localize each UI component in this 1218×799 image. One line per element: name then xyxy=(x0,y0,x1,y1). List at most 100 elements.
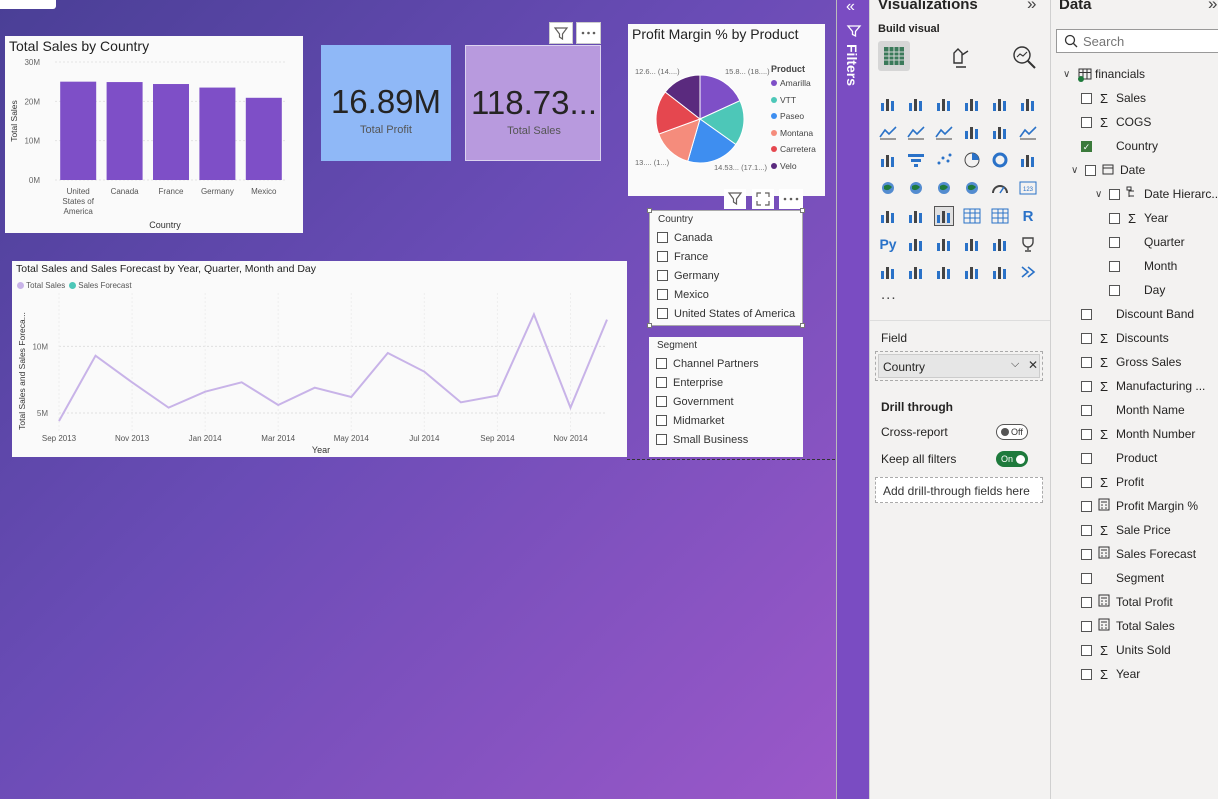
checkbox[interactable] xyxy=(657,251,668,262)
resize-handle[interactable] xyxy=(647,208,652,213)
checkbox[interactable] xyxy=(1081,380,1092,392)
bar[interactable] xyxy=(245,97,282,180)
slicer-item[interactable]: Government xyxy=(656,392,759,411)
field-item[interactable]: Σ Year xyxy=(1081,662,1140,686)
card-icon[interactable]: 123 xyxy=(1018,178,1038,198)
checkbox[interactable] xyxy=(656,434,667,445)
country-slicer[interactable]: Country Canada France Germany Mexico United … xyxy=(647,208,805,328)
expand-filters-icon[interactable]: « xyxy=(846,0,855,16)
decomposition-tree-icon[interactable] xyxy=(934,234,954,254)
line-chart-visual[interactable]: Total Sales and Sales Forecast by Year, … xyxy=(12,261,627,457)
field-item[interactable]: Profit Margin % xyxy=(1081,494,1198,518)
table-icon[interactable] xyxy=(962,206,982,226)
waterfall-icon[interactable] xyxy=(878,150,898,170)
checkbox[interactable] xyxy=(657,289,668,300)
pie-legend-item[interactable]: Velo xyxy=(771,161,816,178)
arrow-visual-icon[interactable] xyxy=(1018,262,1038,282)
field-item[interactable]: Σ COGS xyxy=(1081,110,1151,134)
line-stacked-column-icon[interactable] xyxy=(990,122,1010,142)
format-visual-icon[interactable] xyxy=(946,43,974,76)
field-item[interactable]: Month Name xyxy=(1081,398,1185,422)
field-item[interactable]: Total Profit xyxy=(1081,590,1173,614)
scatter-icon[interactable] xyxy=(934,150,954,170)
field-well[interactable]: Country ⌵ ✕ xyxy=(875,351,1043,381)
field-item[interactable]: Month xyxy=(1109,254,1177,278)
field-item[interactable]: Σ Profit xyxy=(1081,470,1144,494)
slicer-item[interactable]: United States of America xyxy=(657,304,795,323)
ribbon-icon[interactable] xyxy=(1018,122,1038,142)
field-item[interactable]: ∨ Date xyxy=(1071,158,1145,182)
bar-chart-visual[interactable]: Total Sales by Country 30M 20M 10M 0M United… xyxy=(5,36,303,233)
kpi-card-total-sales[interactable]: 118.73... Total Sales xyxy=(465,45,601,161)
field-item[interactable]: ✓ Country xyxy=(1081,134,1158,158)
checkbox[interactable] xyxy=(1081,92,1092,104)
field-item[interactable]: Discount Band xyxy=(1081,302,1194,326)
field-item[interactable]: Σ Discounts xyxy=(1081,326,1169,350)
slicer-item[interactable]: Enterprise xyxy=(656,373,759,392)
pie-legend-item[interactable]: Amarilla xyxy=(771,78,816,95)
more-options-icon[interactable] xyxy=(576,22,601,44)
smart-narrative-icon[interactable] xyxy=(990,234,1010,254)
bar[interactable] xyxy=(153,84,189,180)
checkbox-checked[interactable]: ✓ xyxy=(1081,140,1092,152)
resize-handle[interactable] xyxy=(800,208,805,213)
more-visuals-icon[interactable]: ... xyxy=(881,286,897,303)
line-clustered-column-icon[interactable] xyxy=(962,122,982,142)
checkbox[interactable] xyxy=(657,308,668,319)
collapse-viz-icon[interactable]: » xyxy=(1027,0,1036,14)
checkbox[interactable] xyxy=(1109,260,1120,272)
search-field[interactable] xyxy=(1056,29,1218,53)
checkbox[interactable] xyxy=(1081,116,1092,128)
chevron-down-icon[interactable]: ⌵ xyxy=(1011,358,1019,371)
checkbox[interactable] xyxy=(1081,500,1092,512)
field-item[interactable]: Sales Forecast xyxy=(1081,542,1196,566)
funnel-icon[interactable] xyxy=(906,150,926,170)
kpi-card-total-profit[interactable]: 16.89M Total Profit xyxy=(321,45,451,161)
power-apps-icon[interactable] xyxy=(906,262,926,282)
clustered-bar-icon[interactable] xyxy=(934,94,954,114)
field-item[interactable]: Day xyxy=(1109,278,1165,302)
checkbox[interactable] xyxy=(1081,476,1092,488)
checkbox[interactable] xyxy=(1081,668,1092,680)
filter-icon[interactable] xyxy=(549,22,573,44)
bar[interactable] xyxy=(60,81,97,180)
pie-legend-item[interactable]: VTT xyxy=(771,95,816,112)
slicer-item[interactable]: Midmarket xyxy=(656,411,759,430)
drill-through-well[interactable]: Add drill-through fields here xyxy=(875,477,1043,503)
area-icon[interactable] xyxy=(906,122,926,142)
field-item[interactable]: Σ Manufacturing ... xyxy=(1081,374,1205,398)
filters-pane-collapsed[interactable]: « Filters xyxy=(836,0,869,799)
cross-report-toggle[interactable]: Off xyxy=(996,424,1028,440)
slicer-item[interactable]: Small Business xyxy=(656,430,759,449)
azure-map-icon[interactable] xyxy=(962,178,982,198)
stacked-bar-icon[interactable] xyxy=(878,94,898,114)
stacked-column-icon[interactable] xyxy=(906,94,926,114)
key-influencers-icon[interactable] xyxy=(906,234,926,254)
checkbox[interactable] xyxy=(1109,212,1120,224)
checkbox[interactable] xyxy=(1081,452,1092,464)
field-item[interactable]: Quarter xyxy=(1109,230,1185,254)
checkbox[interactable] xyxy=(657,270,668,281)
checkbox[interactable] xyxy=(1081,332,1092,344)
stacked-area-icon[interactable] xyxy=(934,122,954,142)
focus-mode-icon[interactable] xyxy=(752,189,774,209)
collapse-chevron-icon[interactable]: ∨ xyxy=(1071,165,1085,176)
segment-slicer[interactable]: Segment Channel Partners Enterprise Govern… xyxy=(649,337,803,457)
checkbox[interactable] xyxy=(1109,188,1120,200)
checkbox[interactable] xyxy=(656,415,667,426)
slicer-icon[interactable] xyxy=(934,206,954,226)
checkbox[interactable] xyxy=(1081,524,1092,536)
treemap-icon[interactable] xyxy=(1018,150,1038,170)
field-item[interactable]: Σ Sales xyxy=(1081,86,1146,110)
keep-filters-toggle[interactable]: On xyxy=(996,451,1028,467)
field-item[interactable]: Σ Gross Sales xyxy=(1081,350,1181,374)
pie-legend-item[interactable]: Paseo xyxy=(771,111,816,128)
slicer-more-options-icon[interactable] xyxy=(779,189,803,209)
field-item[interactable]: Product xyxy=(1081,446,1157,470)
field-pill-country[interactable]: Country ⌵ ✕ xyxy=(878,354,1040,378)
field-item[interactable]: Σ Year xyxy=(1109,206,1168,230)
checkbox[interactable] xyxy=(1081,572,1092,584)
checkbox[interactable] xyxy=(1081,428,1092,440)
checkbox[interactable] xyxy=(1081,644,1092,656)
checkbox[interactable] xyxy=(1109,284,1120,296)
